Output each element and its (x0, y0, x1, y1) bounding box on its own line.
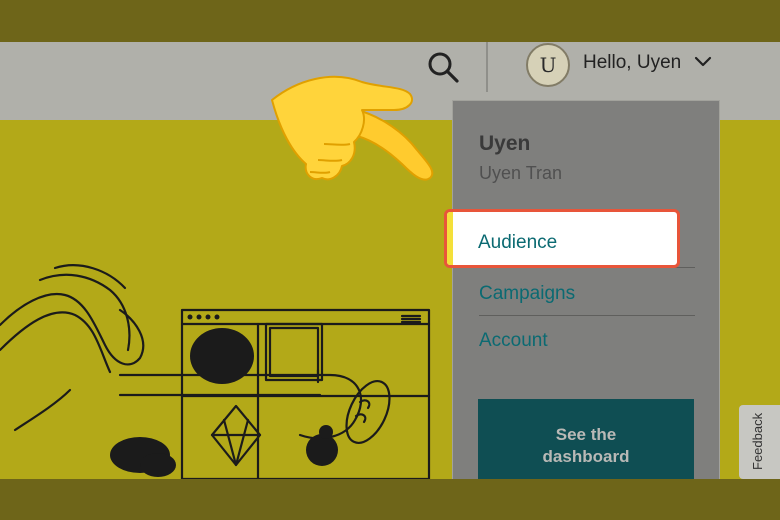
cta-line-2: dashboard (542, 447, 630, 466)
screenshot-frame: U Hello, Uyen Uyen Uyen Tran Campaigns A… (0, 0, 780, 520)
avatar-initial: U (539, 53, 557, 77)
bottom-frame-band (0, 479, 780, 520)
highlight-accent-stripe (447, 212, 453, 265)
avatar[interactable]: U (526, 43, 570, 87)
feedback-label: Feedback (750, 412, 765, 470)
menu-item-account[interactable]: Account (479, 330, 548, 352)
user-greeting[interactable]: Hello, Uyen (583, 52, 681, 74)
menu-item-audience-label: Audience (478, 232, 558, 253)
see-dashboard-button[interactable]: See the dashboard (478, 399, 694, 479)
menu-user-name: Uyen (479, 132, 531, 155)
chevron-down-icon[interactable] (694, 55, 712, 69)
menu-separator (479, 315, 695, 316)
header-divider (486, 42, 488, 92)
top-frame-band (0, 0, 780, 42)
menu-user-fullname: Uyen Tran (479, 163, 563, 183)
pointing-hand-icon (271, 75, 434, 181)
cta-line-1: See the (555, 425, 617, 444)
menu-item-audience[interactable]: Audience (444, 209, 680, 268)
menu-item-campaigns[interactable]: Campaigns (479, 283, 575, 305)
